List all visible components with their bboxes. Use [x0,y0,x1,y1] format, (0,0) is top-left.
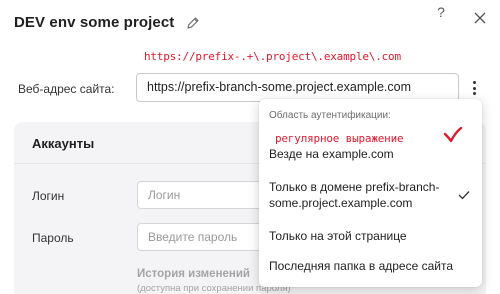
auth-option-label: Везде на example.com [269,147,394,161]
accounts-title: Аккаунты [32,136,95,151]
auth-option-label: Только на этой странице [269,229,407,243]
help-button[interactable]: ? [434,4,448,20]
site-url-label: Веб-адрес сайта: [18,82,115,96]
auth-option-label: some.project.example.com [269,196,413,210]
password-label: Пароль [32,231,74,245]
auth-scope-dropdown: Область аутентификации: регулярное выраж… [259,99,482,287]
dialog-title-row: DEV env some project [14,14,200,31]
vertical-dots-icon[interactable] [469,79,479,97]
auth-option-label: Только в домене prefix-branch- [269,180,440,194]
regex-annotation: регулярное выражение [275,132,404,145]
password-input[interactable]: Введите пароль [137,223,267,251]
annotation-check-icon [443,126,463,143]
dialog-title: DEV env some project [14,14,175,31]
url-regex-annotation: https://prefix-.+\.project\.example\.com [144,50,401,63]
auth-option-domain[interactable]: Везде на example.com [259,146,482,162]
history-title: История изменений [137,268,250,280]
auth-option-label: Последняя папка в адресе сайта [269,259,454,273]
auth-scope-header: Область аутентификации: [269,110,391,121]
auth-option-page[interactable]: Только на этой странице [259,228,482,244]
checkmark-icon [458,188,470,200]
close-icon[interactable] [472,10,488,26]
login-input[interactable]: Логин [137,181,267,209]
pencil-icon[interactable] [186,16,200,30]
auth-option-folder[interactable]: Последняя папка в адресе сайта [259,258,482,274]
auth-option-subdomain[interactable]: Только в домене prefix-branch- some.proj… [259,179,482,211]
site-url-input[interactable]: https://prefix-branch-some.project.examp… [136,73,459,102]
login-label: Логин [32,189,65,203]
